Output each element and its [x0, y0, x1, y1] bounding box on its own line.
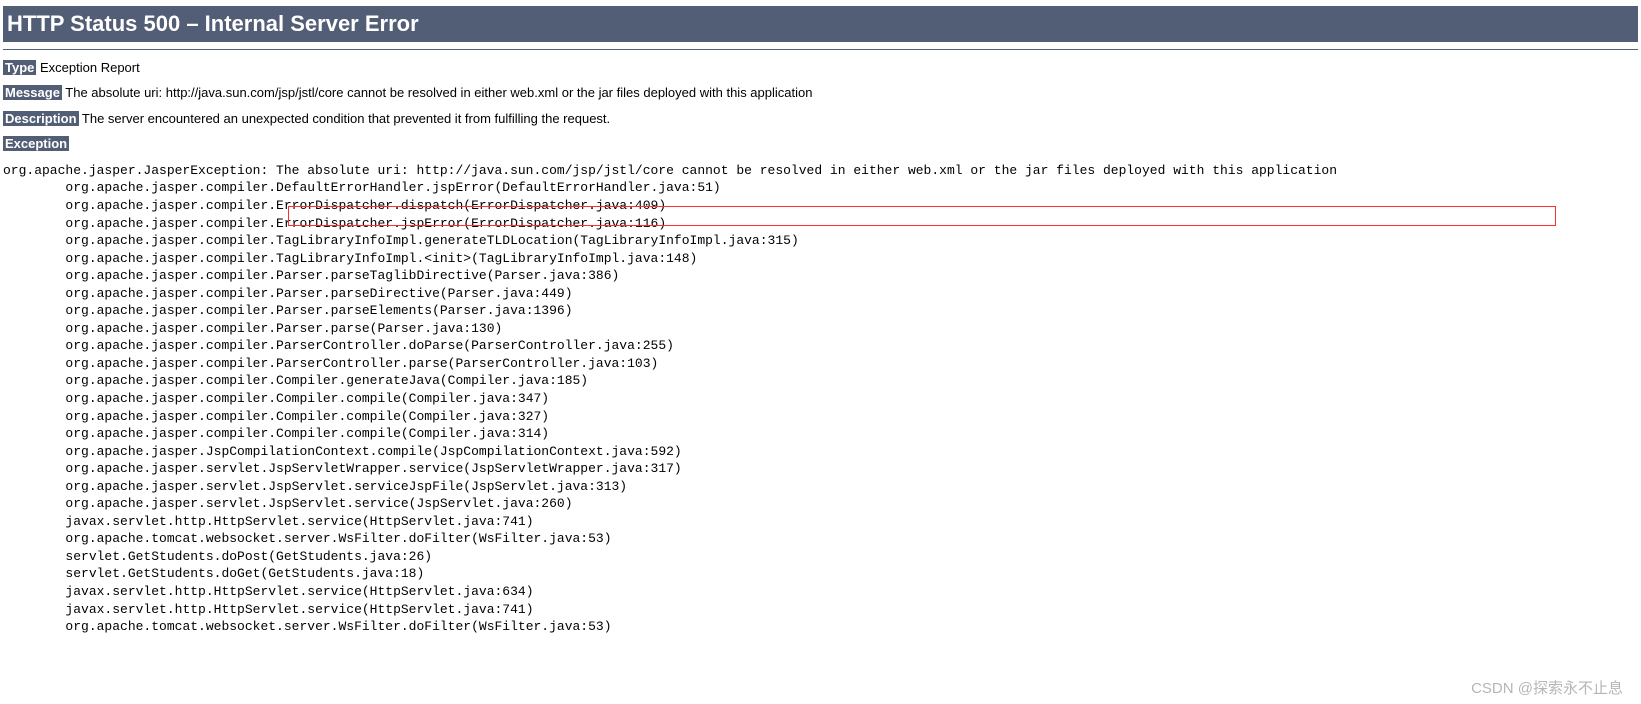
page-title: HTTP Status 500 – Internal Server Error: [3, 6, 1638, 42]
description-label: Description: [3, 111, 79, 126]
message-row: Message The absolute uri: http://java.su…: [3, 85, 1641, 101]
exception-label: Exception: [3, 136, 69, 151]
type-value: Exception Report: [36, 60, 139, 75]
divider: [3, 49, 1638, 50]
exception-row: Exception: [3, 136, 1641, 152]
message-value: The absolute uri: http://java.sun.com/js…: [62, 85, 813, 100]
type-label: Type: [3, 60, 36, 75]
description-value: The server encountered an unexpected con…: [79, 111, 611, 126]
message-label: Message: [3, 85, 62, 100]
description-row: Description The server encountered an un…: [3, 111, 1641, 127]
watermark-text: CSDN @探索永不止息: [1471, 677, 1623, 698]
exception-trace: org.apache.jasper.JasperException: The a…: [3, 162, 1641, 636]
type-row: Type Exception Report: [3, 60, 1641, 76]
